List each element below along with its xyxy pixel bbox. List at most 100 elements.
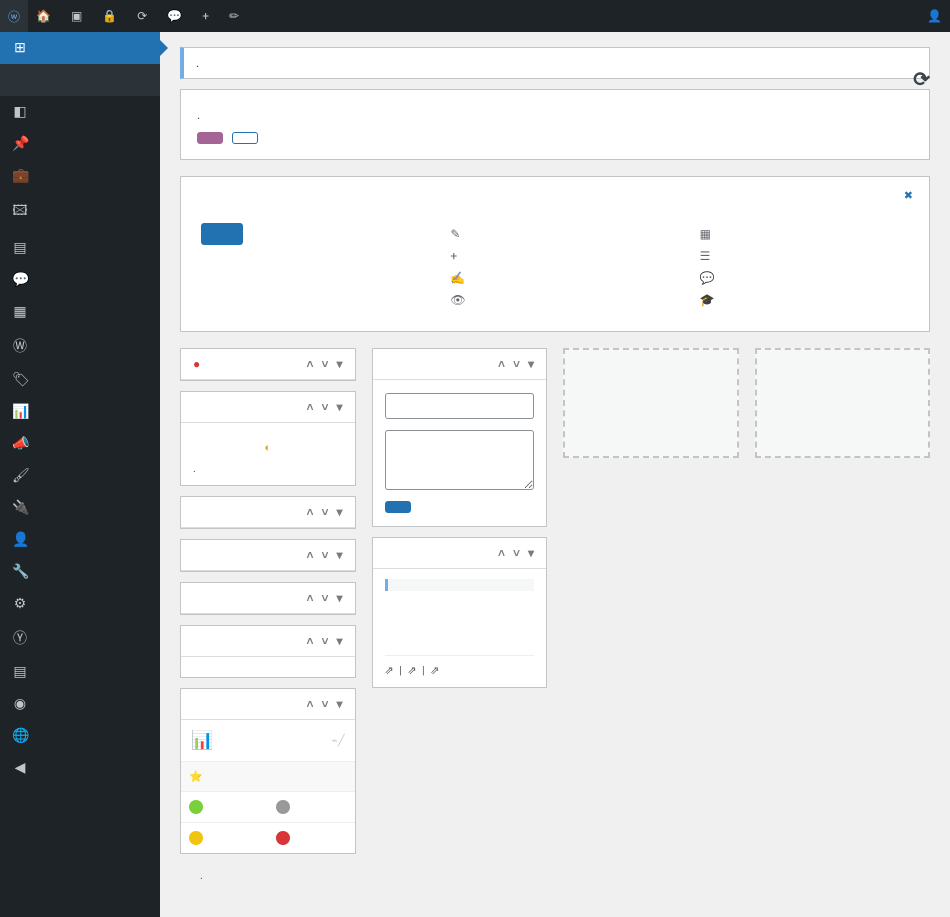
dropzone-1[interactable] (563, 348, 739, 458)
activate-theme[interactable]: 🔒 (94, 0, 129, 32)
wp-rocket[interactable]: ✏ (221, 0, 271, 32)
theme-link[interactable]: ▣ (63, 0, 94, 32)
sharecode-logo: ⟳ (913, 67, 930, 91)
toggle-icon: 💬 (700, 271, 715, 285)
down-icon[interactable]: ˅ (321, 357, 328, 371)
edit-icon: ✎ (450, 227, 460, 241)
view-site-link[interactable]: 👁 (450, 289, 659, 311)
users-icon: 👤 (12, 532, 28, 548)
star-icon: ⭐ (189, 770, 203, 783)
plugin-icon: 🔌 (12, 500, 28, 516)
product-icon: 🏷 (12, 372, 28, 388)
status-dot-grey (276, 800, 290, 814)
news-item[interactable] (385, 635, 535, 647)
php-update-box: ● ˄ ˅ ▾ (180, 348, 356, 381)
menu-smush[interactable]: ◉ (0, 688, 160, 720)
pin-icon: 📌 (12, 136, 28, 152)
menu-appearance[interactable]: 🖌 (0, 460, 160, 492)
save-draft-btn[interactable] (385, 501, 411, 513)
edit-homepage-link[interactable]: ✎ (450, 223, 659, 245)
menu-settings[interactable]: ⚙ (0, 588, 160, 620)
plus-icon: + (450, 249, 457, 263)
comments-count[interactable]: 💬 (159, 0, 194, 32)
write-icon: ✍ (450, 271, 465, 285)
media-icon: 🖾 (12, 200, 28, 224)
menu-portfolio[interactable]: 💼 (0, 160, 160, 192)
spinner-icon: ◐ (264, 441, 271, 454)
new-content[interactable]: + (194, 0, 221, 32)
toggle-icon[interactable]: ▾ (336, 357, 342, 371)
status-dot-orange (189, 831, 203, 845)
menu-home[interactable] (0, 64, 160, 80)
welcome-dismiss[interactable]: ✖ (904, 189, 913, 202)
menu-analytics[interactable]: 📊 (0, 396, 160, 428)
menu-custom-tabs[interactable]: ▤ (0, 656, 160, 688)
menu-plugins[interactable]: 🔌 (0, 492, 160, 524)
book-icon: 🎓 (700, 293, 715, 307)
widget-icon: ▦ (700, 227, 711, 241)
updates-count[interactable]: ⟳ (129, 0, 159, 32)
site-name[interactable]: 🏠 (28, 0, 63, 32)
menu-feedback[interactable]: 💬 (0, 264, 160, 296)
draft-content-textarea[interactable] (385, 430, 535, 490)
site-health-box: ˄˅▾ ◐ . (180, 391, 356, 486)
quick-draft-box: ˄˅▾ (372, 348, 548, 527)
chart-icon: 📊 (191, 730, 213, 751)
draft-title-input[interactable] (385, 393, 535, 419)
tools-icon: 🔧 (12, 564, 28, 580)
menu-seo[interactable]: Ⓨ (0, 620, 160, 656)
page-icon: ▤ (12, 240, 28, 256)
menu-marketing[interactable]: 📣 (0, 428, 160, 460)
menu-products[interactable]: 🏷 (0, 364, 160, 396)
comment-icon: 💬 (12, 272, 28, 288)
dropzone-2[interactable] (755, 348, 931, 458)
quick-news-box: ˄˅▾ (180, 496, 356, 529)
menu-loco[interactable]: 🌐 (0, 720, 160, 752)
collapse-icon: ◀ (12, 760, 28, 776)
analytics-icon: 📊 (12, 404, 28, 420)
yoast-box: ˄˅▾ (180, 582, 356, 615)
brush-icon: 🖌 (12, 468, 28, 484)
up-icon[interactable]: ˄ (306, 357, 313, 371)
admin-sidebar: ⊞ ◧ 📌 💼 🖾 ▤ 💬 ▦ Ⓦ 🏷 📊 📣 🖌 🔌 👤 🔧 ⚙ Ⓨ ▤ ◉ … (0, 32, 160, 917)
menu-users[interactable]: 👤 (0, 524, 160, 556)
menu-dashboard[interactable]: ⊞ (0, 32, 160, 64)
menu-ux-blocks[interactable]: ▦ (0, 296, 160, 328)
menu-icon: ☰ (700, 249, 711, 263)
woo-learn-btn[interactable] (232, 132, 258, 144)
menu-collapse[interactable]: ◀ (0, 752, 160, 784)
activity-box: ˄˅▾ (180, 539, 356, 572)
comments-toggle-link[interactable]: 💬 (700, 267, 909, 289)
news-item[interactable] (385, 623, 535, 635)
dashboard-icon: ⊞ (12, 40, 28, 56)
user-greeting[interactable]: 👤 (915, 0, 950, 32)
admin-footer: . (180, 854, 930, 897)
warning-icon: ● (193, 357, 200, 371)
news-item[interactable] (385, 599, 535, 611)
news-item[interactable] (385, 611, 535, 623)
translate-icon: 🌐 (12, 728, 28, 744)
tabs-icon: ▤ (12, 664, 28, 680)
woo-reviews-box: ˄˅▾ (180, 625, 356, 678)
woo-status-box: ˄˅▾ 📊 ⌁╱ ⭐ (180, 688, 356, 854)
wp-news-box: ˄˅▾ ⇗ | ⇗ | ⇗ (372, 537, 548, 688)
widgets-link[interactable]: ▦ (700, 223, 909, 245)
add-post-link[interactable]: ✍ (450, 267, 659, 289)
menu-tools[interactable]: 🔧 (0, 556, 160, 588)
woo-update-btn[interactable] (197, 132, 223, 144)
gear-icon: ⚙ (12, 596, 28, 612)
wp-logo[interactable]: ⓦ (0, 0, 28, 32)
menu-media[interactable]: 🖾 (0, 192, 160, 232)
menu-pages[interactable]: ▤ (0, 232, 160, 264)
flatsome-icon: ◧ (12, 104, 28, 120)
learn-more-link[interactable]: 🎓 (700, 289, 909, 311)
menu-flatsome[interactable]: ◧ (0, 96, 160, 128)
menus-link[interactable]: ☰ (700, 245, 909, 267)
add-page-link[interactable]: + (450, 245, 659, 267)
menu-posts[interactable]: 📌 (0, 128, 160, 160)
blocks-icon: ▦ (12, 304, 28, 320)
menu-woocommerce[interactable]: Ⓦ (0, 328, 160, 364)
menu-updates[interactable] (0, 80, 160, 96)
welcome-panel: ✖ ✎ + ✍ 👁 ▦ ☰ (180, 176, 930, 332)
customize-site-btn[interactable] (201, 223, 243, 245)
